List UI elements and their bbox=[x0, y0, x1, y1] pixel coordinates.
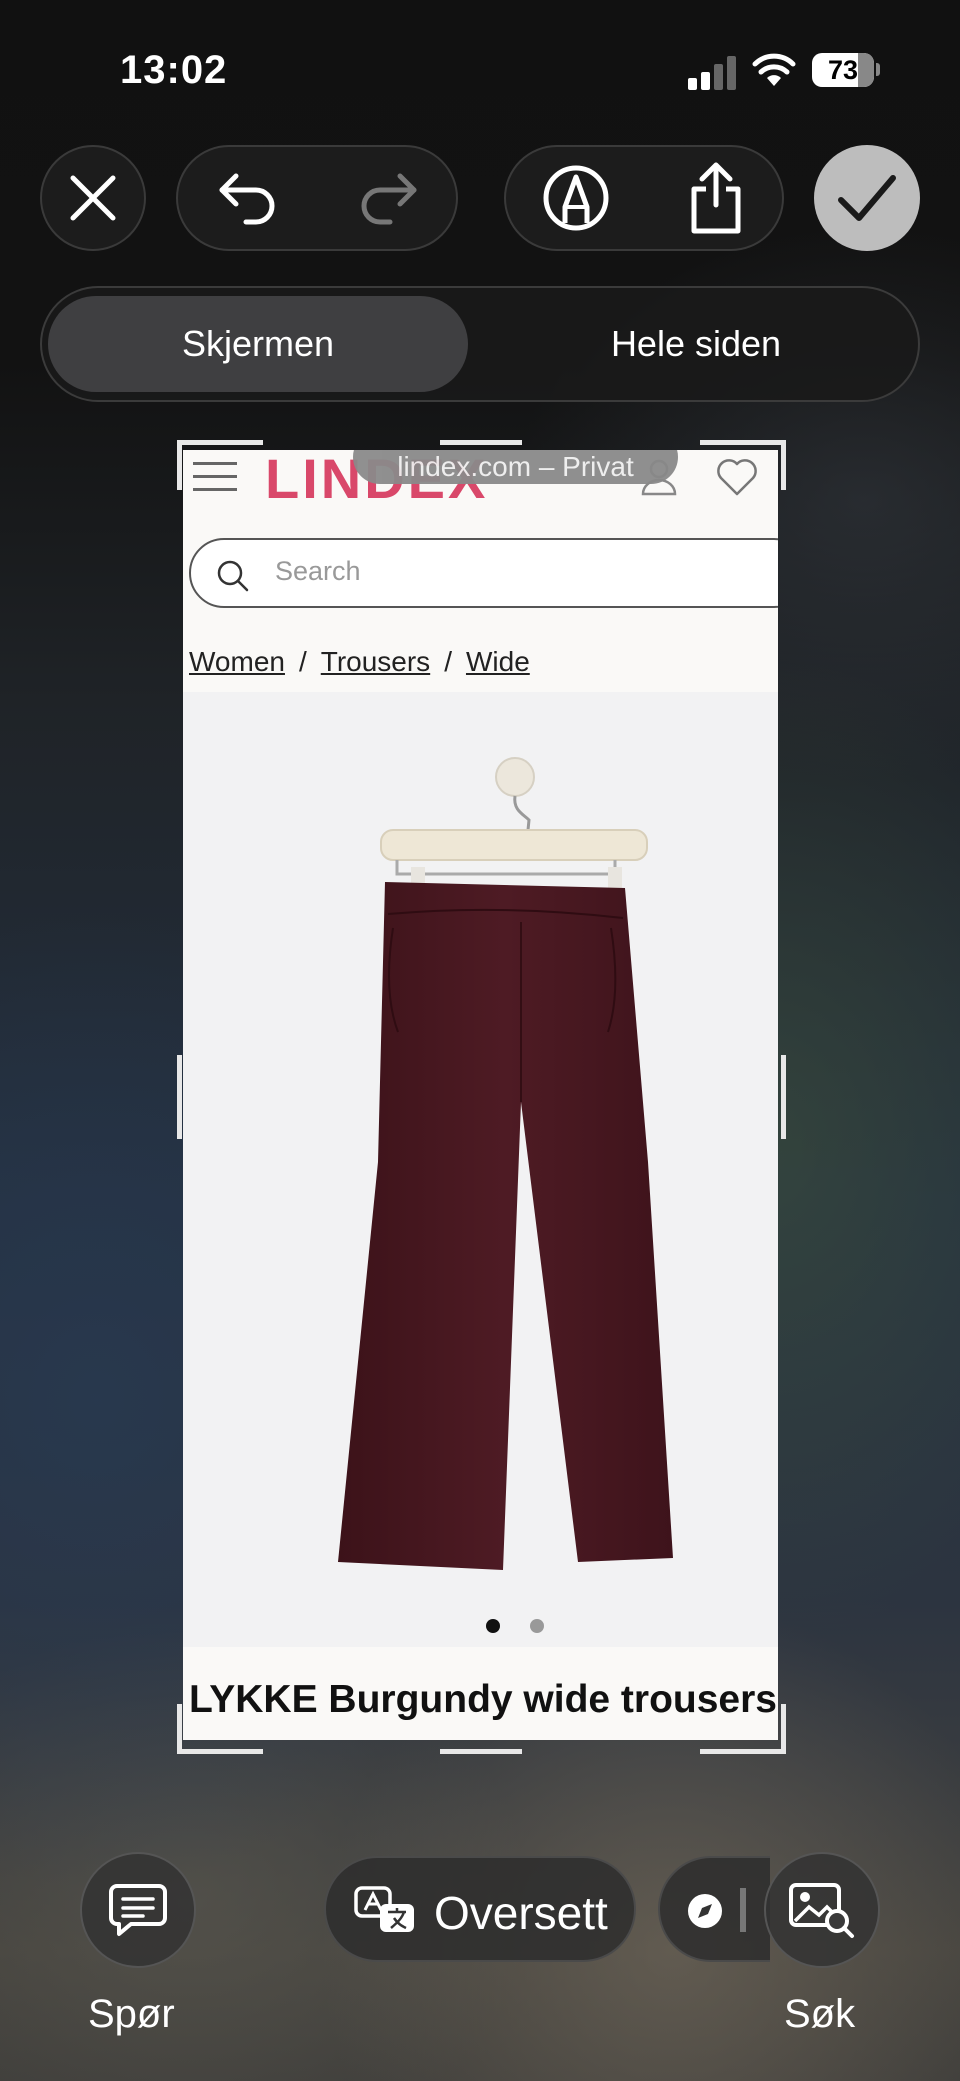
markup-share-group bbox=[504, 145, 784, 251]
search-image-button[interactable] bbox=[764, 1852, 880, 1968]
compass-icon bbox=[688, 1894, 722, 1928]
breadcrumb-wide[interactable]: Wide bbox=[466, 646, 530, 677]
url-chip: lindex.com – Privat bbox=[353, 450, 678, 484]
tab-full-page-label: Hele siden bbox=[610, 323, 782, 364]
redo-icon bbox=[361, 173, 417, 225]
search-placeholder: Search bbox=[275, 556, 361, 586]
checkmark-icon bbox=[838, 175, 896, 221]
search-input[interactable]: Search bbox=[189, 538, 778, 608]
markup-button[interactable] bbox=[526, 147, 626, 249]
truncated-label-fragment bbox=[740, 1888, 746, 1932]
breadcrumb-separator: / bbox=[444, 646, 452, 677]
done-button[interactable] bbox=[814, 145, 920, 251]
heart-icon bbox=[717, 459, 757, 496]
trousers-on-hanger-image bbox=[338, 757, 673, 1570]
battery-indicator: 73 bbox=[812, 53, 874, 87]
search-icon bbox=[217, 560, 249, 592]
close-icon bbox=[70, 175, 116, 221]
share-icon bbox=[691, 162, 741, 234]
translate-button[interactable]: Oversett bbox=[324, 1856, 636, 1962]
translate-icon bbox=[354, 1886, 414, 1932]
redo-button[interactable] bbox=[338, 147, 438, 249]
undo-redo-group bbox=[176, 145, 458, 251]
chat-bubble-icon bbox=[109, 1884, 167, 1936]
screenshot-preview[interactable]: LINDEX lindex.com – Privat Search Women /… bbox=[183, 450, 778, 1740]
product-title: LYKKE Burgundy wide trousers bbox=[189, 1678, 777, 1721]
breadcrumb-separator: / bbox=[298, 646, 307, 677]
product-image[interactable] bbox=[183, 692, 778, 1647]
cellular-signal-icon bbox=[688, 56, 740, 90]
tab-screen[interactable]: Skjermen bbox=[48, 296, 468, 392]
image-search-icon bbox=[789, 1883, 854, 1938]
carousel-dot[interactable] bbox=[530, 1619, 544, 1633]
breadcrumb-women[interactable]: Women bbox=[189, 646, 285, 677]
breadcrumb: Women / Trousers / Wide bbox=[189, 646, 530, 678]
status-time: 13:02 bbox=[120, 48, 228, 92]
close-button[interactable] bbox=[40, 145, 146, 251]
battery-tip bbox=[876, 63, 880, 76]
site-header: LINDEX lindex.com – Privat bbox=[183, 450, 778, 510]
wifi-icon bbox=[752, 53, 796, 86]
safari-action-button[interactable] bbox=[658, 1856, 770, 1962]
markup-pen-icon bbox=[543, 165, 609, 231]
breadcrumb-trousers[interactable]: Trousers bbox=[321, 646, 430, 677]
undo-button[interactable] bbox=[198, 147, 298, 249]
carousel-dot-active[interactable] bbox=[486, 1619, 500, 1633]
ask-label: Spør bbox=[88, 1992, 175, 2036]
translate-label: Oversett bbox=[434, 1887, 608, 1939]
search-label: Søk bbox=[784, 1992, 856, 2036]
tab-full-page[interactable]: Hele siden bbox=[480, 296, 912, 392]
battery-level: 73 bbox=[827, 55, 859, 85]
tab-screen-label: Skjermen bbox=[181, 323, 335, 364]
share-button[interactable] bbox=[666, 147, 766, 249]
ask-button[interactable] bbox=[80, 1852, 196, 1968]
undo-icon bbox=[219, 173, 275, 225]
account-icon bbox=[641, 459, 677, 496]
